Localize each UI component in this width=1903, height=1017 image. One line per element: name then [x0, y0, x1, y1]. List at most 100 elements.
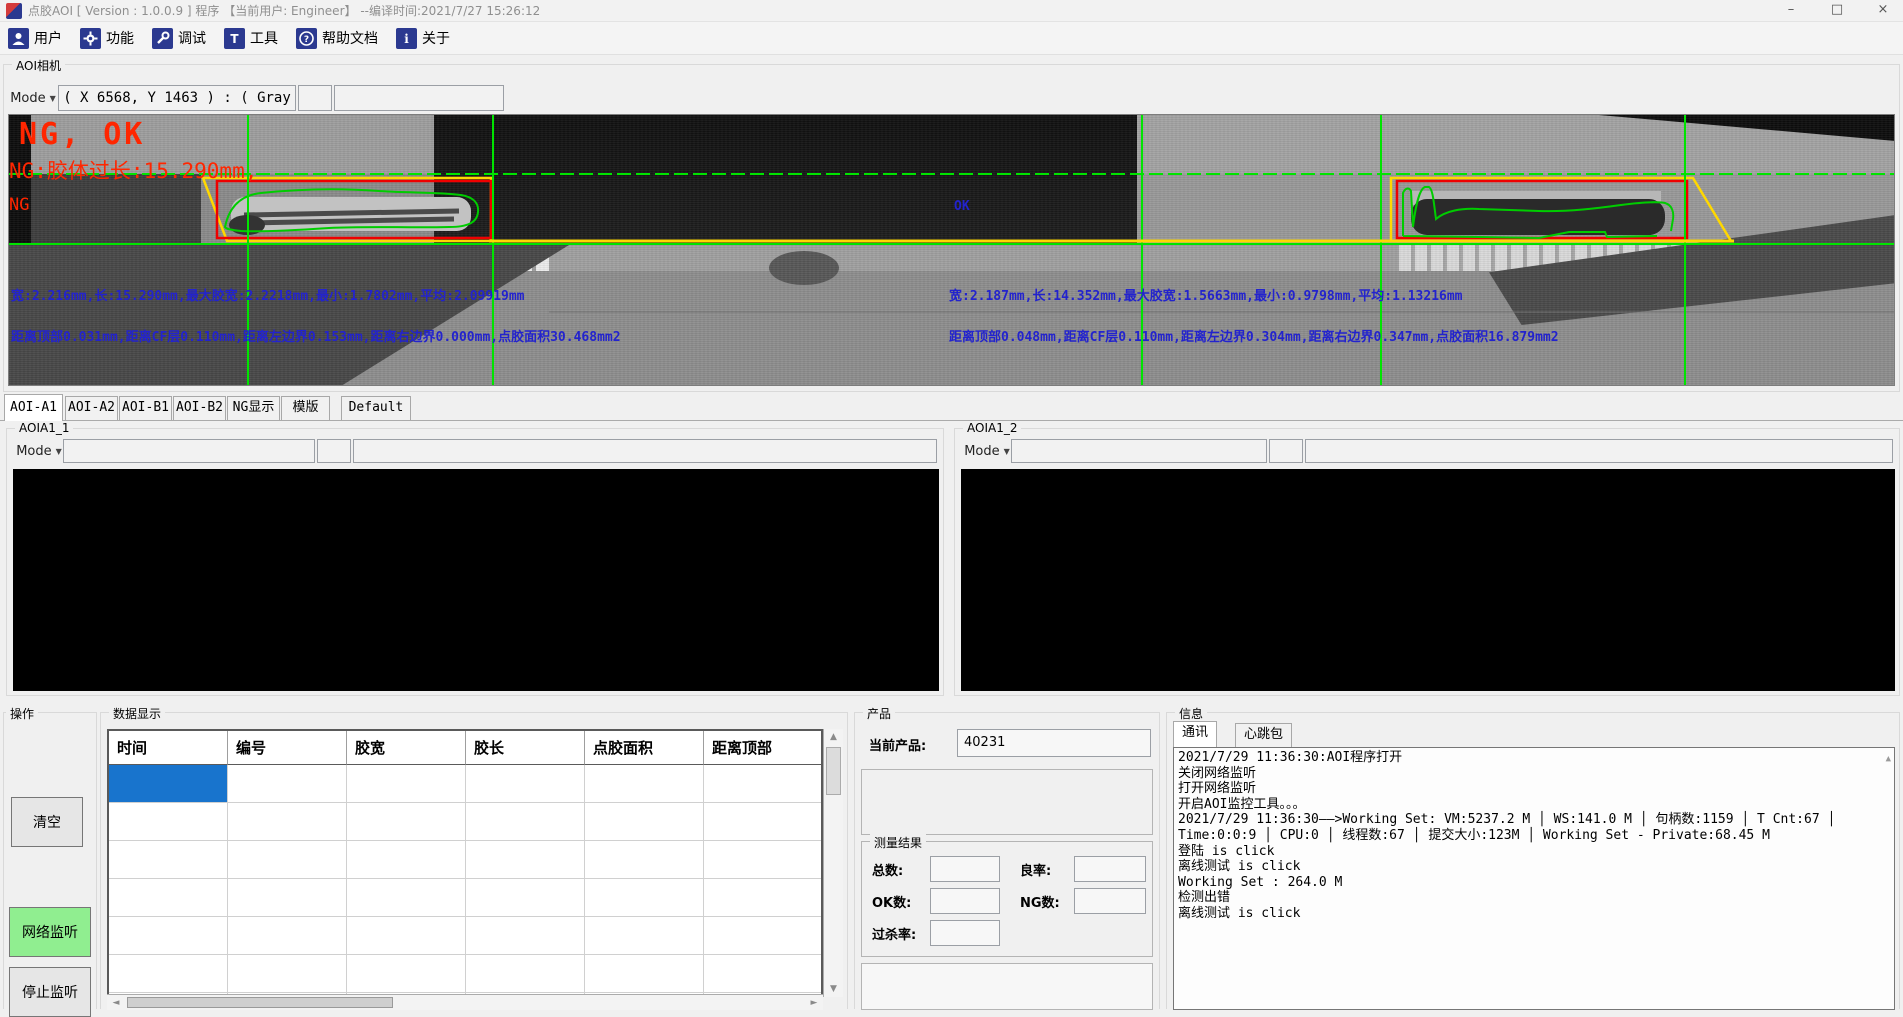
info-group: 信息 通讯 心跳包 2021/7/29 11:36:30:AOI程序打开 关闭网… [1166, 712, 1900, 1009]
log-line: 打开网络监听 [1178, 781, 1890, 797]
panel-b-field1[interactable] [1011, 439, 1267, 463]
table-row[interactable] [109, 955, 821, 993]
maximize-button[interactable]: □ [1817, 0, 1857, 22]
tab-aoi-b2[interactable]: AOI-B2 [173, 396, 226, 420]
scroll-left-icon[interactable]: ◄ [109, 998, 123, 1008]
ng-count-field[interactable] [1074, 888, 1146, 914]
tab-aoi-a1[interactable]: AOI-A1 [4, 394, 63, 421]
panel-b-label: AOIA1_2 [963, 421, 1021, 435]
camera-mode-dropdown[interactable]: Mode ▼ [9, 85, 57, 111]
total-field[interactable] [930, 856, 1000, 882]
tab-aoi-b1[interactable]: AOI-B1 [119, 396, 172, 420]
measure-result-label: 测量结果 [870, 834, 926, 851]
camera-coords-field[interactable]: ( X 6568, Y 1463 ) : ( Gray 135 ) [58, 85, 296, 111]
measure-left-line2: 距离顶部0.031mm,距离CF层0.110mm,距离左边界0.153mm,距离… [11, 326, 621, 345]
col-header-glue-area: 点胶面积 [585, 731, 704, 765]
table-row[interactable] [109, 879, 821, 917]
camera-image-viewport[interactable]: NG, OK NG:胶体过长:15.290mm, NG OK 宽:2.216mm… [8, 114, 1895, 386]
communication-log[interactable]: 2021/7/29 11:36:30:AOI程序打开 关闭网络监听 打开网络监听… [1173, 747, 1895, 1010]
tab-communication[interactable]: 通讯 [1173, 721, 1217, 747]
help-icon: ? [296, 28, 317, 49]
log-line: 离线测试 is click [1178, 906, 1890, 922]
table-row[interactable] [109, 803, 821, 841]
info-icon: i [396, 28, 417, 49]
scroll-up-icon[interactable]: ▲ [824, 732, 843, 742]
measure-right-line2: 距离顶部0.048mm,距离CF层0.110mm,距离左边界0.304mm,距离… [949, 326, 1559, 345]
toolbar-item-function[interactable]: 功能 [80, 28, 134, 49]
panel-a-field1[interactable] [63, 439, 315, 463]
ok-count-label: OK数: [872, 892, 911, 911]
window-title: 点胶AOI [ Version : 1.0.0.9 ] 程序 【当前用户: En… [28, 0, 540, 22]
info-group-label: 信息 [1175, 705, 1207, 722]
tool-icon: T [224, 28, 245, 49]
app-icon [6, 3, 22, 19]
yield-field[interactable] [1074, 856, 1146, 882]
ng-count-label: NG数: [1020, 892, 1060, 911]
log-scroll-up-icon[interactable]: ▲ [1886, 752, 1891, 768]
selected-cell[interactable] [109, 765, 228, 803]
toolbar-item-help[interactable]: ? 帮助文档 [296, 28, 378, 49]
panel-a-mode-dropdown[interactable]: Mode ▼ [15, 439, 63, 463]
tab-default[interactable]: Default [341, 396, 411, 420]
tab-aoi-a2[interactable]: AOI-A2 [65, 396, 118, 420]
panel-b-field2[interactable] [1269, 439, 1303, 463]
table-vscroll-thumb[interactable] [826, 747, 841, 795]
panel-b-field3[interactable] [1305, 439, 1893, 463]
close-button[interactable]: × [1863, 0, 1903, 22]
toolbar-item-debug[interactable]: 调试 [152, 28, 206, 49]
tab-ng-display[interactable]: NG显示 [227, 396, 280, 420]
camera-small-field[interactable] [298, 85, 332, 111]
camera-extra-field[interactable] [334, 85, 504, 111]
gear-icon [80, 28, 101, 49]
toolbar-item-tools[interactable]: T 工具 [224, 28, 278, 49]
col-header-id: 编号 [228, 731, 347, 765]
svg-text:T: T [230, 32, 239, 46]
panel-b-image[interactable] [961, 469, 1895, 691]
result-text-ok: OK [954, 199, 970, 214]
table-row[interactable] [109, 765, 821, 803]
panel-aoia1-2: AOIA1_2 Mode ▼ [954, 428, 1900, 696]
col-header-glue-width: 胶宽 [347, 731, 466, 765]
current-product-label: 当前产品: [869, 735, 926, 754]
toolbar-item-user[interactable]: 用户 [8, 28, 62, 49]
tab-strip-line [0, 420, 1903, 421]
network-listen-button[interactable]: 网络监听 [9, 907, 91, 957]
log-line: 2021/7/29 11:36:30——>Working Set: VM:523… [1178, 812, 1890, 828]
camera-group-label: AOI相机 [12, 57, 65, 74]
title-bar: 点胶AOI [ Version : 1.0.0.9 ] 程序 【当前用户: En… [0, 0, 1903, 22]
panel-a-field2[interactable] [317, 439, 351, 463]
result-text-ngok: NG, OK [19, 117, 145, 152]
data-table: 时间 编号 胶宽 胶长 点胶面积 距离顶部 [107, 729, 823, 997]
operate-group: 操作 清空 网络监听 停止监听 [3, 712, 97, 1009]
minimize-button[interactable]: – [1771, 0, 1811, 22]
table-row[interactable] [109, 917, 821, 955]
datagrid-group-label: 数据显示 [109, 705, 165, 722]
tab-heartbeat[interactable]: 心跳包 [1235, 723, 1292, 747]
scroll-right-icon[interactable]: ► [807, 998, 821, 1008]
table-hscroll-thumb[interactable] [127, 997, 393, 1008]
log-line: 2021/7/29 11:36:30:AOI程序打开 [1178, 750, 1890, 766]
operate-group-label: 操作 [6, 705, 38, 722]
log-line: 离线测试 is click [1178, 859, 1890, 875]
measure-result-group: 测量结果 总数: 良率: OK数: NG数: 过杀率: [861, 841, 1153, 957]
panel-b-mode-dropdown[interactable]: Mode ▼ [963, 439, 1011, 463]
dropdown-arrow-icon: ▼ [1004, 447, 1010, 456]
product-empty-panel-2 [861, 963, 1153, 1010]
stop-listen-button[interactable]: 停止监听 [9, 967, 91, 1017]
ok-count-field[interactable] [930, 888, 1000, 914]
panel-a-field3[interactable] [353, 439, 937, 463]
product-group: 产品 当前产品: 40231 测量结果 总数: 良率: OK数: NG数: 过杀… [854, 712, 1160, 1009]
overkill-field[interactable] [930, 920, 1000, 946]
clear-button[interactable]: 清空 [11, 797, 83, 847]
log-line: 关闭网络监听 [1178, 766, 1890, 782]
log-line: 检测出错 [1178, 890, 1890, 906]
wrench-icon [152, 28, 173, 49]
table-vertical-scrollbar[interactable]: ▲ ▼ [823, 729, 843, 997]
table-row[interactable] [109, 841, 821, 879]
table-horizontal-scrollbar[interactable]: ◄ ► [107, 994, 823, 1010]
toolbar-item-about[interactable]: i 关于 [396, 28, 450, 49]
panel-a-image[interactable] [13, 469, 939, 691]
current-product-field[interactable]: 40231 [957, 729, 1151, 757]
tab-template[interactable]: 模版 [281, 396, 330, 420]
scroll-down-icon[interactable]: ▼ [824, 984, 843, 994]
